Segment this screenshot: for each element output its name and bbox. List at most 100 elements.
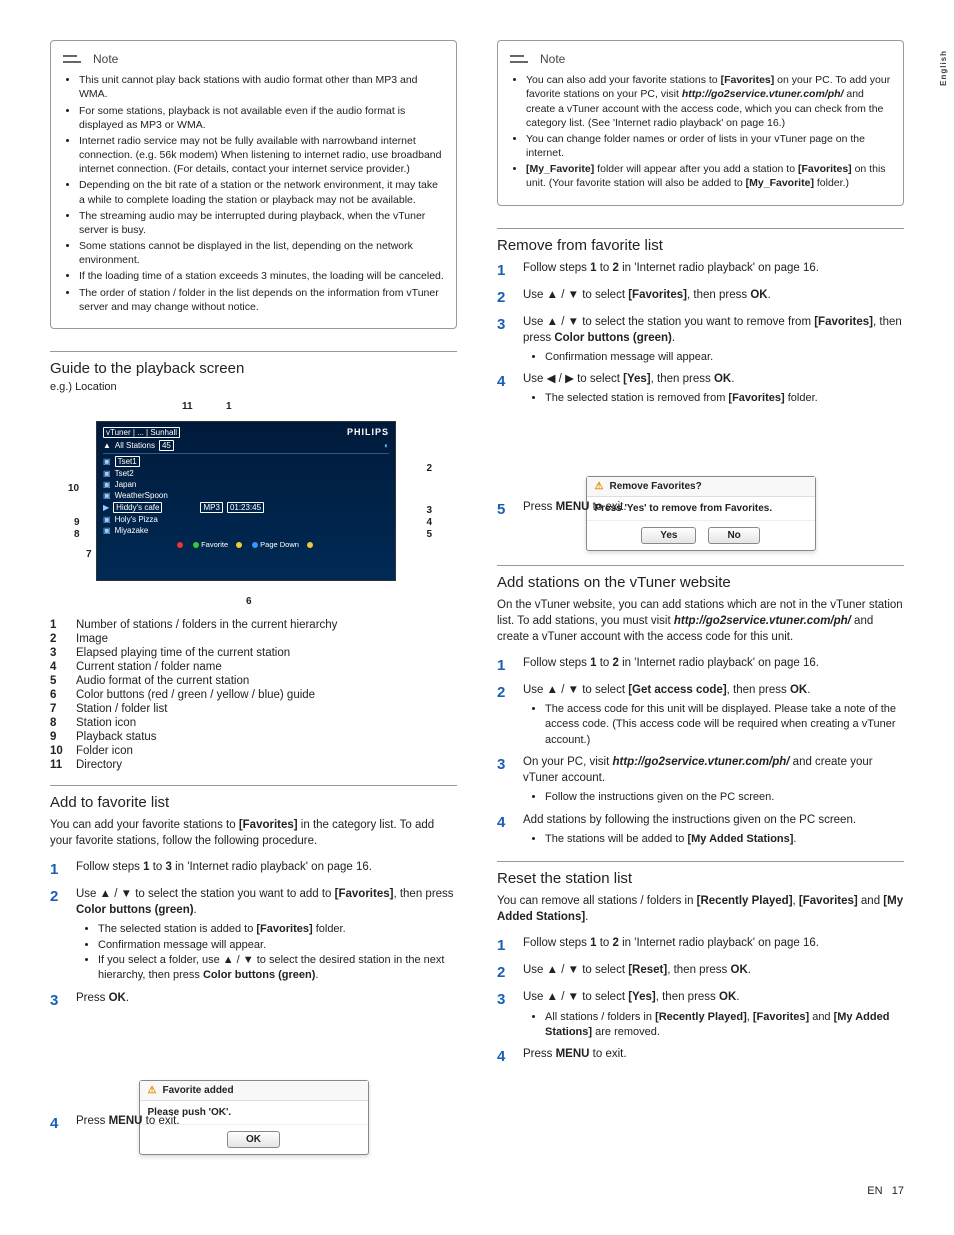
callout-4: 4 bbox=[426, 517, 432, 528]
callout-2: 2 bbox=[426, 463, 432, 474]
dialog-yes-button[interactable]: Yes bbox=[641, 527, 696, 544]
legend-row: 1Number of stations / folders in the cur… bbox=[50, 619, 457, 631]
note-item: For some stations, playback is not avail… bbox=[79, 104, 444, 132]
section-add-vtuner: Add stations on the vTuner website bbox=[497, 565, 904, 591]
step-item: 1Follow steps 1 to 3 in 'Internet radio … bbox=[50, 859, 457, 880]
dialog-no-button[interactable]: No bbox=[708, 527, 759, 544]
section-add-favorite: Add to favorite list bbox=[50, 785, 457, 811]
callout-1: 1 bbox=[226, 401, 232, 412]
step-item: 3Use ▲ / ▼ to select [Yes], then press O… bbox=[497, 989, 904, 1040]
step-item: 4Add stations by following the instructi… bbox=[497, 812, 904, 847]
legend-row: 7Station / folder list bbox=[50, 703, 457, 715]
callout-10: 10 bbox=[68, 483, 79, 494]
step-sub-bullet: All stations / folders in [Recently Play… bbox=[545, 1010, 904, 1041]
note-box-right: Note You can also add your favorite stat… bbox=[497, 40, 904, 206]
step-sub-bullet: Follow the instructions given on the PC … bbox=[545, 790, 904, 805]
section-reset: Reset the station list bbox=[497, 861, 904, 887]
legend-row: 8Station icon bbox=[50, 717, 457, 729]
pb-breadcrumb: vTuner | ... | Sunhall bbox=[103, 427, 180, 438]
warning-icon: ⚠ bbox=[595, 481, 604, 492]
step-item: 4Press MENU to exit. bbox=[497, 1046, 904, 1067]
pb-list-row: ▣WeatherSpoon bbox=[103, 490, 389, 501]
step-sub-bullet: The stations will be added to [My Added … bbox=[545, 832, 904, 847]
pb-list-row: ▣Holy's Pizza bbox=[103, 514, 389, 525]
step-sub-bullet: The selected station is removed from [Fa… bbox=[545, 391, 904, 406]
footer-lang: EN bbox=[867, 1185, 882, 1197]
footer-page: 17 bbox=[892, 1185, 904, 1197]
legend-row: 6Color buttons (red / green / yellow / b… bbox=[50, 689, 457, 701]
pb-list-row: ▣Miyazake bbox=[103, 525, 389, 536]
step-item: 3On your PC, visit http://go2service.vtu… bbox=[497, 754, 904, 806]
step-item: 3Use ▲ / ▼ to select the station you wan… bbox=[497, 314, 904, 366]
note-box-left: Note This unit cannot play back stations… bbox=[50, 40, 457, 329]
pb-list-row: ▶Hiddy's cafe MP3 01:23:45 bbox=[103, 501, 389, 514]
dialog-fav-title: Favorite added bbox=[162, 1085, 233, 1096]
warning-icon: ⚠ bbox=[148, 1085, 157, 1096]
pb-list-row: ▣Tset1 bbox=[103, 455, 389, 468]
legend-row: 2Image bbox=[50, 633, 457, 645]
note-label: Note bbox=[540, 51, 565, 67]
legend-row: 5Audio format of the current station bbox=[50, 675, 457, 687]
note-item: Internet radio service may not be fully … bbox=[79, 134, 444, 177]
step-item: 2Use ▲ / ▼ to select [Reset], then press… bbox=[497, 962, 904, 983]
note-item: If the loading time of a station exceeds… bbox=[79, 269, 444, 283]
reset-intro: You can remove all stations / folders in… bbox=[497, 893, 904, 925]
add-favorite-intro: You can add your favorite stations to [F… bbox=[50, 817, 457, 849]
step-item: 1Follow steps 1 to 2 in 'Internet radio … bbox=[497, 655, 904, 676]
step-item: 1Follow steps 1 to 2 in 'Internet radio … bbox=[497, 260, 904, 281]
step-sub-bullet: Confirmation message will appear. bbox=[545, 350, 904, 365]
callout-5: 5 bbox=[426, 529, 432, 540]
playback-screen: vTuner | ... | Sunhall PHILIPS ▲ All Sta… bbox=[96, 421, 396, 581]
callout-6: 6 bbox=[246, 596, 252, 607]
playback-screen-figure: 11 1 2 3 4 5 6 7 8 9 10 vTuner | ... | S… bbox=[56, 403, 436, 603]
step-item: 2Use ▲ / ▼ to select the station you wan… bbox=[50, 886, 457, 984]
pb-green-label: Favorite bbox=[201, 540, 228, 549]
note-item: This unit cannot play back stations with… bbox=[79, 73, 444, 101]
callout-11: 11 bbox=[182, 401, 193, 412]
note-item: [My_Favorite] folder will appear after y… bbox=[526, 162, 891, 190]
dialog-remove-title: Remove Favorites? bbox=[609, 481, 701, 492]
add-vtuner-intro: On the vTuner website, you can add stati… bbox=[497, 597, 904, 645]
page-footer: EN 17 bbox=[867, 1185, 904, 1197]
legend-row: 9Playback status bbox=[50, 731, 457, 743]
legend-row: 4Current station / folder name bbox=[50, 661, 457, 673]
pb-brand: PHILIPS bbox=[347, 427, 389, 437]
step-item: 4Use ◀ / ▶ to select [Yes], then press O… bbox=[497, 371, 904, 406]
dialog-ok-button[interactable]: OK bbox=[227, 1131, 280, 1148]
note-label: Note bbox=[93, 51, 118, 67]
eg-location: e.g.) Location bbox=[50, 381, 457, 393]
note-item: The streaming audio may be interrupted d… bbox=[79, 209, 444, 237]
legend-row: 10Folder icon bbox=[50, 745, 457, 757]
note-item: Depending on the bit rate of a station o… bbox=[79, 178, 444, 206]
note-item: You can change folder names or order of … bbox=[526, 132, 891, 160]
step-item: 1Follow steps 1 to 2 in 'Internet radio … bbox=[497, 935, 904, 956]
pb-blue-label: Page Down bbox=[260, 540, 299, 549]
right-column: Note You can also add your favorite stat… bbox=[497, 40, 904, 1175]
step-item: 2Use ▲ / ▼ to select [Get access code], … bbox=[497, 682, 904, 748]
note-icon bbox=[510, 52, 532, 66]
step-sub-bullet: Confirmation message will appear. bbox=[98, 938, 457, 953]
language-tab: English bbox=[939, 50, 948, 86]
section-guide: Guide to the playback screen bbox=[50, 351, 457, 377]
note-item: The order of station / folder in the lis… bbox=[79, 286, 444, 314]
step-sub-bullet: The selected station is added to [Favori… bbox=[98, 922, 457, 937]
step-sub-bullet: If you select a folder, use ▲ / ▼ to sel… bbox=[98, 953, 457, 984]
callout-8: 8 bbox=[74, 529, 80, 540]
callout-3: 3 bbox=[426, 505, 432, 516]
legend-row: 11Directory bbox=[50, 759, 457, 771]
note-item: You can also add your favorite stations … bbox=[526, 73, 891, 130]
callout-9: 9 bbox=[74, 517, 80, 528]
step-sub-bullet: The access code for this unit will be di… bbox=[545, 702, 904, 748]
legend-row: 3Elapsed playing time of the current sta… bbox=[50, 647, 457, 659]
pb-list-row: ▣Tset2 bbox=[103, 468, 389, 479]
note-icon bbox=[63, 52, 85, 66]
pb-all-stations: All Stations bbox=[115, 441, 155, 450]
step-item: 2Use ▲ / ▼ to select [Favorites], then p… bbox=[497, 287, 904, 308]
pb-count: 45 bbox=[159, 440, 174, 451]
note-item: Some stations cannot be displayed in the… bbox=[79, 239, 444, 267]
left-column: Note This unit cannot play back stations… bbox=[50, 40, 457, 1175]
section-remove: Remove from favorite list bbox=[497, 228, 904, 254]
callout-7: 7 bbox=[86, 549, 92, 560]
step-item: 3Press OK. bbox=[50, 990, 457, 1011]
pb-list-row: ▣Japan bbox=[103, 479, 389, 490]
